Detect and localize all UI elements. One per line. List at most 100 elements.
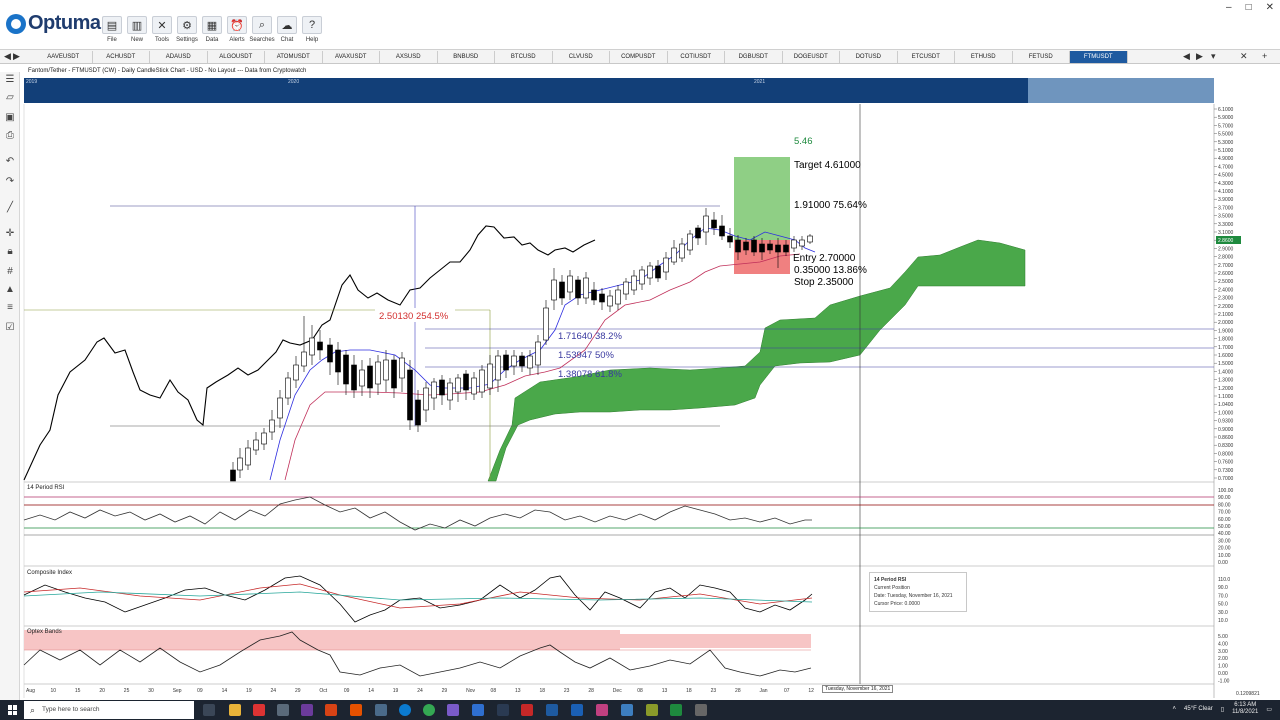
price-axis-label: 2.8000 [1218, 255, 1234, 261]
overview-year-label: 2019 [26, 79, 38, 85]
clock[interactable]: 6:13 AM 11/8/2021 [1232, 702, 1258, 716]
tab-algousdt[interactable]: ALGOUSDT [208, 51, 265, 63]
file-explorer-icon[interactable] [229, 704, 241, 716]
chrome-icon[interactable] [423, 704, 435, 716]
tab-ethusd[interactable]: ETHUSD [955, 51, 1013, 63]
close-button[interactable]: ✕ [1266, 2, 1274, 13]
composite-panel-title: Composite Index [27, 570, 73, 576]
back-arrow-icon[interactable]: ◀ [4, 51, 11, 62]
entry-label: Entry 2.70000 [793, 253, 856, 264]
date-axis-label: 29 [295, 688, 301, 694]
price-axis-label: 1.1000 [1218, 394, 1234, 400]
optex-axis-label: 1.00 [1218, 664, 1228, 670]
minimize-button[interactable]: – [1226, 2, 1232, 13]
crosshair-date-label: Tuesday, November 16, 2021 [822, 685, 894, 693]
word-icon[interactable] [571, 704, 583, 716]
tab-adausd[interactable]: ADAUSD [150, 51, 208, 63]
maximize-button[interactable]: □ [1246, 2, 1252, 13]
app-icon[interactable] [521, 704, 533, 716]
date-axis-label: 14 [222, 688, 228, 694]
tooltip-line: Date: Tuesday, November 16, 2021 [874, 593, 953, 599]
weather-widget[interactable]: 45°F Clear [1184, 706, 1213, 712]
list-icon[interactable]: ☰ [3, 74, 17, 86]
app-icon[interactable] [670, 704, 682, 716]
date-axis-label: 18 [686, 688, 692, 694]
app-icon[interactable] [646, 704, 658, 716]
current-price-label: 2.8600 [1218, 238, 1234, 244]
task-view-icon[interactable] [203, 704, 215, 716]
price-axis-label: 2.2000 [1218, 304, 1234, 310]
app-icon[interactable] [447, 704, 459, 716]
tab-aaveusdt[interactable]: AAVEUSDT [35, 51, 93, 63]
price-axis-label: 0.7000 [1218, 476, 1234, 482]
candle-body [301, 351, 307, 367]
rsi-axis-label: 100.00 [1218, 488, 1234, 494]
candle-body [679, 243, 685, 259]
forward-arrow-icon[interactable]: ▶ [13, 51, 20, 62]
candle-body [269, 419, 275, 433]
start-button[interactable] [8, 705, 18, 715]
network-icon[interactable]: ▯ [1221, 706, 1224, 713]
app-icon[interactable] [301, 704, 313, 716]
app-icon[interactable] [596, 704, 608, 716]
app-icon[interactable] [253, 704, 265, 716]
date-axis-label: Jan [760, 688, 768, 694]
tab-btcusd[interactable]: BTCUSD [495, 51, 553, 63]
app-icon[interactable] [375, 704, 387, 716]
app-icon[interactable] [621, 704, 633, 716]
tab-dogeusdt[interactable]: DOGEUSDT [783, 51, 840, 63]
brave-icon[interactable] [350, 704, 362, 716]
gain-label: 1.91000 75.64% [794, 200, 867, 211]
tab-bnbusd[interactable]: BNBUSD [438, 51, 495, 63]
tab-cotiusdt[interactable]: COTIUSDT [668, 51, 725, 63]
help-button[interactable]: ? Help [301, 16, 323, 43]
rsi-axis-label: 30.00 [1218, 538, 1231, 544]
tab-dotusd[interactable]: DOTUSD [840, 51, 898, 63]
price-axis-label: 1.4000 [1218, 369, 1234, 375]
price-chart[interactable]: 6.1000 5.9000 5.7000 5.5000 5.3000 5.1000 4.90… [0, 100, 1280, 700]
optex-upper-band [24, 630, 620, 650]
date-axis-label: 09 [197, 688, 203, 694]
app-icon[interactable] [695, 704, 707, 716]
tooltip-title: 14 Period RSI [874, 577, 907, 583]
tab-compusdt[interactable]: COMPUSDT [610, 51, 668, 63]
tab-axsusd[interactable]: AXSUSD [380, 51, 438, 63]
notifications-icon[interactable]: ▭ [1266, 706, 1272, 713]
optuma-taskbar-icon[interactable] [546, 704, 558, 716]
candle-body [743, 241, 749, 251]
price-axis-label: 4.7000 [1218, 164, 1234, 170]
tab-atomusdt[interactable]: ATOMUSDT [265, 51, 323, 63]
tab-close-icon[interactable]: ✕ [1240, 51, 1248, 62]
tab-etcusdt[interactable]: ETCUSDT [898, 51, 955, 63]
tab-achusdt[interactable]: ACHUSDT [93, 51, 150, 63]
date-axis-label: 20 [99, 688, 105, 694]
date-axis-label: 14 [368, 688, 374, 694]
price-axis-label: 1.0000 [1218, 410, 1234, 416]
tab-clvusd[interactable]: CLVUSD [553, 51, 610, 63]
tab-list-icon[interactable]: ▾ [1211, 51, 1216, 62]
price-axis-label: 2.7000 [1218, 263, 1234, 269]
help-icon: ? [302, 16, 322, 34]
candle-body [791, 239, 797, 249]
taskbar-search[interactable]: Type here to search [24, 701, 194, 719]
app-icon[interactable] [472, 704, 484, 716]
tab-scroll-right-icon[interactable]: ▶ [1196, 51, 1203, 62]
candle-body [399, 357, 405, 379]
target-box [734, 157, 790, 240]
price-axis-label: 1.6000 [1218, 353, 1234, 359]
tab-avaxusdt[interactable]: AVAXUSDT [323, 51, 380, 63]
tab-scroll-left-icon[interactable]: ◀ [1183, 51, 1190, 62]
risk-label: 0.35000 13.86% [794, 265, 867, 276]
steam-icon[interactable] [497, 704, 509, 716]
app-icon[interactable] [325, 704, 337, 716]
edge-icon[interactable] [399, 704, 411, 716]
tab-dgbusdt[interactable]: DGBUSDT [725, 51, 783, 63]
tab-ftmusdt[interactable]: FTMUSDT [1070, 51, 1128, 63]
date-axis-label: 08 [637, 688, 643, 694]
app-icon[interactable] [277, 704, 289, 716]
date-axis-label: 08 [491, 688, 497, 694]
price-axis-label: 2.5000 [1218, 279, 1234, 285]
tab-add-icon[interactable]: + [1262, 51, 1267, 61]
tray-chevron-icon[interactable]: ˄ [1173, 706, 1177, 712]
tab-fetusd[interactable]: FETUSD [1013, 51, 1070, 63]
